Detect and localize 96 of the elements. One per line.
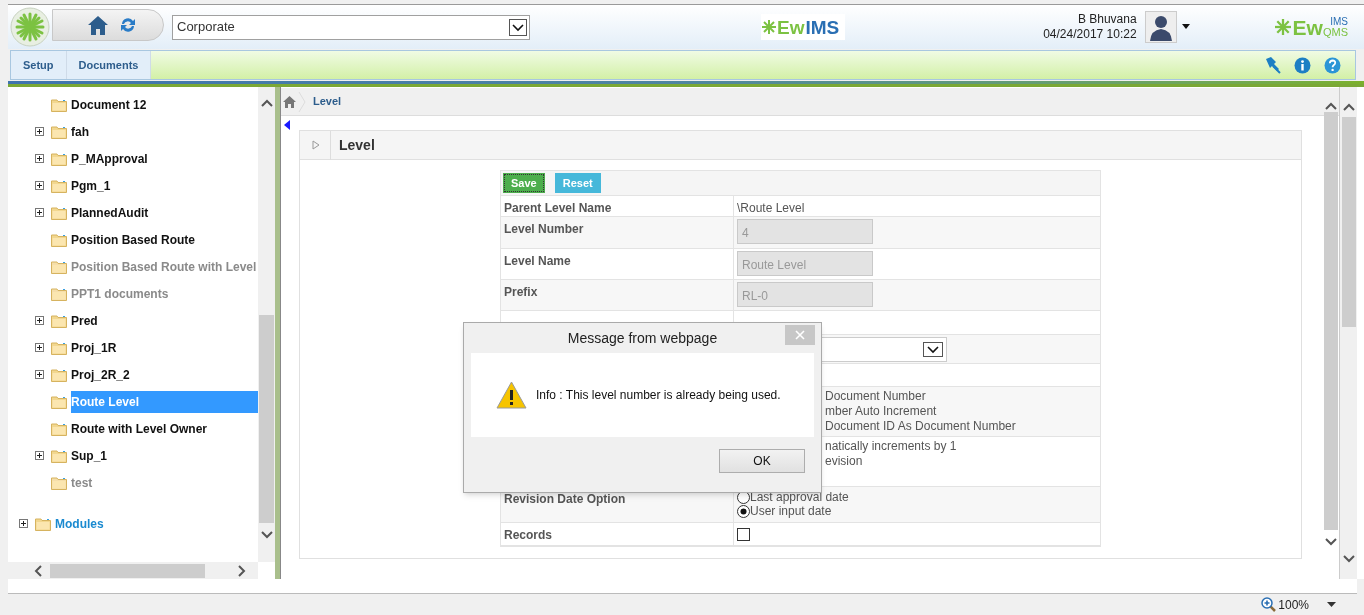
folder-icon bbox=[51, 448, 67, 463]
logo-text: QMS bbox=[1322, 26, 1348, 38]
organization-select[interactable]: Corporate bbox=[172, 14, 530, 40]
folder-icon bbox=[51, 313, 67, 328]
option-text: Document Number bbox=[825, 389, 927, 404]
tree-item[interactable]: Modules bbox=[55, 514, 104, 533]
avatar-icon[interactable] bbox=[1144, 11, 1177, 43]
expand-icon[interactable] bbox=[35, 208, 44, 217]
user-name: B Bhuvana bbox=[1077, 12, 1137, 27]
logo-star-icon bbox=[1274, 19, 1291, 35]
option-text: Document ID As Document Number bbox=[825, 419, 1017, 434]
folder-icon bbox=[51, 394, 67, 409]
tree-item[interactable]: Document 12 bbox=[71, 93, 258, 116]
expand-icon[interactable] bbox=[35, 451, 44, 460]
folder-icon bbox=[51, 421, 67, 436]
horizontal-scrollbar[interactable] bbox=[8, 562, 258, 579]
tree-item[interactable]: Pgm_1 bbox=[71, 174, 258, 197]
page-scrollbar[interactable] bbox=[1339, 87, 1357, 579]
logo-text: Ew bbox=[777, 17, 805, 37]
tree-item[interactable]: P_MApproval bbox=[71, 147, 258, 170]
folder-icon bbox=[51, 124, 67, 139]
scroll-left-icon[interactable] bbox=[34, 564, 42, 577]
menu-tab[interactable]: Setup bbox=[11, 51, 67, 79]
checkbox[interactable] bbox=[737, 528, 750, 541]
field-label: Parent Level Name bbox=[504, 201, 612, 215]
panel-title: Level bbox=[339, 135, 375, 155]
scroll-down-icon[interactable] bbox=[1342, 555, 1355, 563]
logo-text: Ew bbox=[1292, 16, 1323, 38]
tree-item[interactable]: PPT1 documents bbox=[71, 282, 258, 305]
expand-icon[interactable] bbox=[35, 316, 44, 325]
folder-icon bbox=[51, 232, 67, 247]
expand-icon[interactable] bbox=[35, 154, 44, 163]
tree-item[interactable]: PlannedAudit bbox=[71, 201, 258, 224]
option-text: natically increments by 1 bbox=[825, 439, 958, 454]
expand-icon[interactable] bbox=[35, 343, 44, 352]
collapse-arrow-icon[interactable] bbox=[284, 120, 290, 130]
scroll-up-icon[interactable] bbox=[260, 99, 273, 107]
logo-star-icon bbox=[762, 20, 776, 34]
date-time: 04/24/2017 10:22 bbox=[1043, 27, 1137, 42]
folder-icon bbox=[51, 286, 67, 301]
ok-button[interactable]: OK bbox=[719, 449, 805, 473]
folder-icon bbox=[51, 259, 67, 274]
caret-icon[interactable] bbox=[1180, 24, 1191, 30]
refresh-icon[interactable] bbox=[119, 16, 137, 34]
logo-text: IMS bbox=[1330, 16, 1348, 27]
dialog-title: Message from webpage bbox=[567, 328, 718, 348]
folder-icon bbox=[51, 475, 67, 490]
help-icon[interactable] bbox=[1324, 56, 1341, 74]
zoom-level[interactable]: 100% bbox=[1278, 595, 1309, 614]
field-label: Records bbox=[504, 528, 553, 542]
field-label: Level Number bbox=[504, 222, 584, 236]
folder-icon bbox=[51, 340, 67, 355]
info-icon[interactable] bbox=[1294, 56, 1311, 74]
expand-icon[interactable] bbox=[35, 181, 44, 190]
scroll-right-icon[interactable] bbox=[238, 564, 246, 577]
scroll-up-icon[interactable] bbox=[1325, 102, 1337, 110]
warning-icon bbox=[496, 381, 527, 409]
folder-icon bbox=[51, 178, 67, 193]
tree-item[interactable]: Proj_2R_2 bbox=[71, 363, 258, 386]
tree-item[interactable]: Sup_1 bbox=[71, 444, 258, 467]
tree-item[interactable]: Position Based Route bbox=[71, 228, 258, 251]
folder-icon bbox=[51, 97, 67, 112]
folder-icon bbox=[51, 151, 67, 166]
zoom-icon[interactable] bbox=[1261, 597, 1277, 612]
expand-icon[interactable] bbox=[35, 127, 44, 136]
field-label: Level Name bbox=[504, 254, 571, 268]
home-icon[interactable] bbox=[87, 14, 109, 36]
tree-item[interactable]: fah bbox=[71, 120, 258, 143]
radio-label: Last approval date bbox=[750, 490, 849, 504]
logo-text: IMS bbox=[805, 17, 840, 37]
option-text: evision bbox=[825, 454, 864, 469]
tree-item[interactable]: Route with Level Owner bbox=[71, 417, 258, 440]
field-value: \Route Level bbox=[737, 201, 805, 215]
field-label: Revision Date Option bbox=[504, 492, 626, 506]
vertical-scrollbar[interactable] bbox=[258, 87, 275, 562]
folder-icon bbox=[51, 205, 67, 220]
scroll-down-icon[interactable] bbox=[260, 531, 273, 539]
radio-label: User input date bbox=[750, 504, 832, 518]
scroll-down-icon[interactable] bbox=[1325, 538, 1337, 546]
breadcrumb-link[interactable]: Level bbox=[313, 93, 342, 110]
tree-item[interactable]: test bbox=[71, 471, 258, 494]
expand-icon[interactable] bbox=[19, 519, 28, 528]
home-icon[interactable] bbox=[283, 95, 296, 108]
tree-item[interactable]: Proj_1R bbox=[71, 336, 258, 359]
folder-icon bbox=[51, 367, 67, 382]
caret-icon[interactable] bbox=[1327, 602, 1336, 607]
scroll-up-icon[interactable] bbox=[1342, 103, 1355, 111]
field-label: Prefix bbox=[504, 285, 538, 299]
pin-icon[interactable] bbox=[1264, 56, 1282, 74]
dialog-message: Info : This level number is already being used. bbox=[536, 387, 781, 404]
folder-icon bbox=[35, 516, 51, 531]
expand-icon[interactable] bbox=[35, 370, 44, 379]
menu-tab[interactable]: Documents bbox=[66, 51, 152, 79]
radio-button[interactable] bbox=[737, 504, 750, 518]
option-text: mber Auto Increment bbox=[825, 404, 938, 419]
tree-item[interactable]: Pred bbox=[71, 309, 258, 332]
